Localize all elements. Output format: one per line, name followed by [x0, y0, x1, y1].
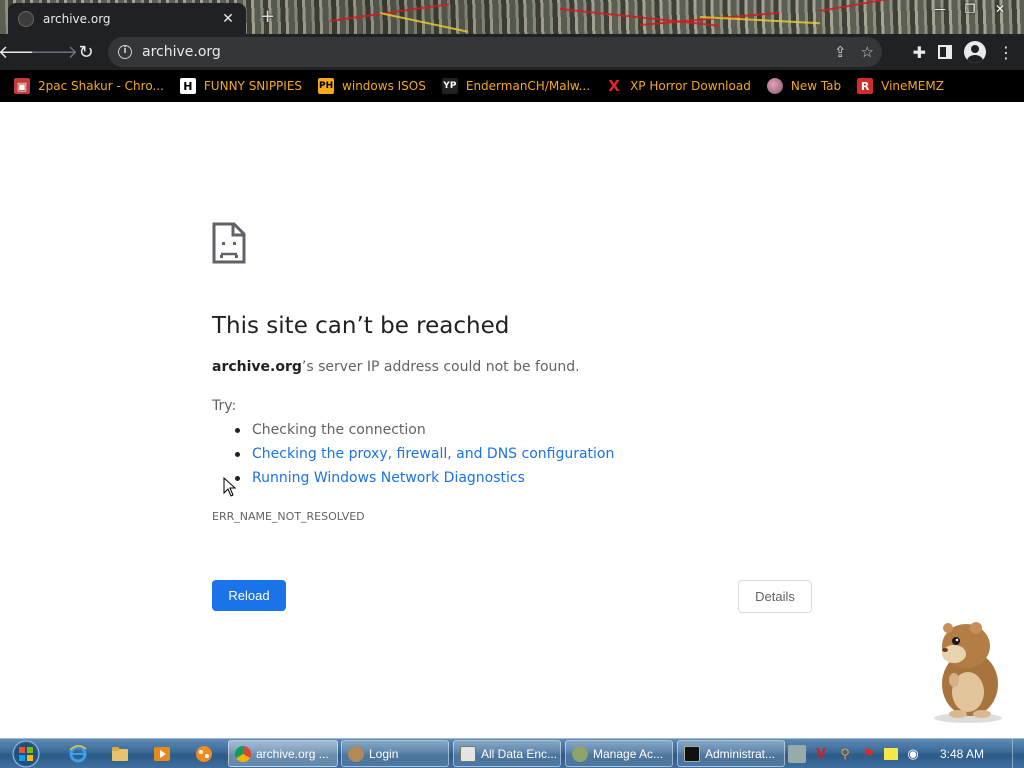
tab-archive[interactable]: archive.org ✕ — [8, 3, 246, 34]
users-icon — [572, 745, 588, 762]
paint-app-icon[interactable] — [194, 744, 214, 764]
tray-note-icon[interactable] — [884, 748, 898, 760]
details-button[interactable]: Details — [738, 580, 812, 613]
r-logo-icon: R — [857, 78, 874, 94]
internet-explorer-icon[interactable] — [68, 744, 88, 764]
reload-icon[interactable]: ↻ — [70, 36, 102, 68]
side-panel-icon[interactable] — [938, 45, 952, 59]
bookmark-favicon-icon: ▣ — [14, 78, 30, 94]
restore-button[interactable]: ❐ — [960, 2, 980, 16]
tab-title: archive.org — [43, 11, 111, 26]
bookmarks-bar: ▣ 2pac Shakur - Chro... H FUNNY SNIPPIES… — [0, 70, 1024, 102]
task-administrator[interactable]: Administrat... — [677, 740, 785, 767]
system-tray: V ⚲ ⚑ ◉ — [788, 739, 922, 768]
bookmark-item[interactable]: R VineMEMZ — [857, 78, 944, 94]
close-icon[interactable]: ✕ — [220, 11, 236, 27]
suggestion-list: Checking the connection Checking the pro… — [234, 420, 614, 492]
address-url[interactable]: archive.org — [142, 44, 221, 60]
tray-flag-icon[interactable]: ⚑ — [860, 745, 878, 763]
h-logo-icon: H — [179, 78, 196, 94]
globe-icon — [766, 78, 783, 94]
tab-favicon-icon — [18, 10, 34, 27]
profile-avatar[interactable] — [964, 41, 986, 63]
bookmark-item[interactable]: H FUNNY SNIPPIES — [179, 78, 302, 94]
x-logo-icon: X — [608, 77, 620, 95]
new-tab-button[interactable]: + — [260, 6, 275, 27]
browser-toolbar: 🡐 🡒 ↻ i archive.org ⇪ ☆ ✚ ⋮ — [0, 34, 1024, 70]
error-host: archive.org — [212, 359, 302, 375]
window-titlebar: archive.org ✕ + — ❐ ✕ — [0, 0, 1024, 34]
close-window-button[interactable]: ✕ — [990, 2, 1010, 16]
tray-v-icon[interactable]: V — [812, 745, 830, 763]
show-desktop-button[interactable] — [1012, 739, 1024, 768]
tray-network-icon[interactable] — [788, 745, 806, 763]
task-chrome[interactable]: archive.org ... — [228, 740, 338, 767]
minimize-button[interactable]: — — [930, 2, 950, 16]
forward-button[interactable]: 🡒 — [30, 36, 78, 68]
bookmark-item[interactable]: ▣ 2pac Shakur - Chro... — [14, 78, 164, 94]
start-button[interactable] — [8, 739, 44, 768]
app-icon — [348, 745, 364, 762]
reload-button[interactable]: Reload — [212, 580, 286, 611]
error-description-text: ’s server IP address could not be found. — [301, 359, 580, 375]
cmd-icon — [684, 745, 700, 762]
media-player-icon[interactable] — [152, 744, 172, 764]
ph-logo-icon: PH — [318, 78, 335, 94]
chrome-icon — [235, 745, 251, 762]
error-code: ERR_NAME_NOT_RESOLVED — [212, 510, 365, 523]
tray-volume-icon[interactable]: ◉ — [904, 745, 922, 763]
suggestion-link-proxy[interactable]: Checking the proxy, firewall, and DNS co… — [234, 444, 614, 468]
error-title: This site can’t be reached — [212, 313, 510, 339]
suggestion-item: Checking the connection — [234, 420, 614, 444]
try-label: Try: — [212, 398, 237, 414]
task-all-data[interactable]: All Data Enc... — [453, 740, 561, 767]
page-content: This site can’t be reached archive.org’s… — [0, 102, 1024, 738]
yp-logo-icon: YP — [441, 78, 458, 94]
extensions-icon[interactable]: ✚ — [913, 43, 926, 62]
window-icon — [460, 745, 476, 762]
share-icon[interactable]: ⇪ — [834, 43, 847, 61]
error-description: archive.org’s server IP address could no… — [212, 359, 580, 375]
suggestion-link-diagnostics[interactable]: Running Windows Network Diagnostics — [234, 468, 614, 492]
hamster-mascot-icon — [934, 622, 1002, 723]
task-manage-accounts[interactable]: Manage Ac... — [565, 740, 673, 767]
bookmark-item[interactable]: YP EndermanCH/Malw... — [441, 78, 590, 94]
bookmark-item[interactable]: X XP Horror Download — [606, 77, 751, 95]
explorer-folder-icon[interactable] — [110, 744, 130, 764]
info-icon[interactable]: i — [118, 45, 132, 59]
bookmark-star-icon[interactable]: ☆ — [861, 43, 874, 61]
task-login[interactable]: Login — [341, 740, 449, 767]
bookmark-item[interactable]: PH windows ISOS — [318, 78, 426, 94]
taskbar-clock[interactable]: 3:48 AM — [940, 739, 984, 768]
tray-search-icon[interactable]: ⚲ — [836, 745, 854, 763]
menu-icon[interactable]: ⋮ — [998, 43, 1014, 62]
sad-document-icon — [212, 222, 246, 264]
windows-taskbar: archive.org ... Login All Data Enc... Ma… — [0, 738, 1024, 768]
mouse-cursor-icon — [223, 477, 237, 497]
bookmark-item[interactable]: New Tab — [766, 78, 841, 94]
address-bar[interactable]: i archive.org ⇪ ☆ — [108, 37, 882, 67]
